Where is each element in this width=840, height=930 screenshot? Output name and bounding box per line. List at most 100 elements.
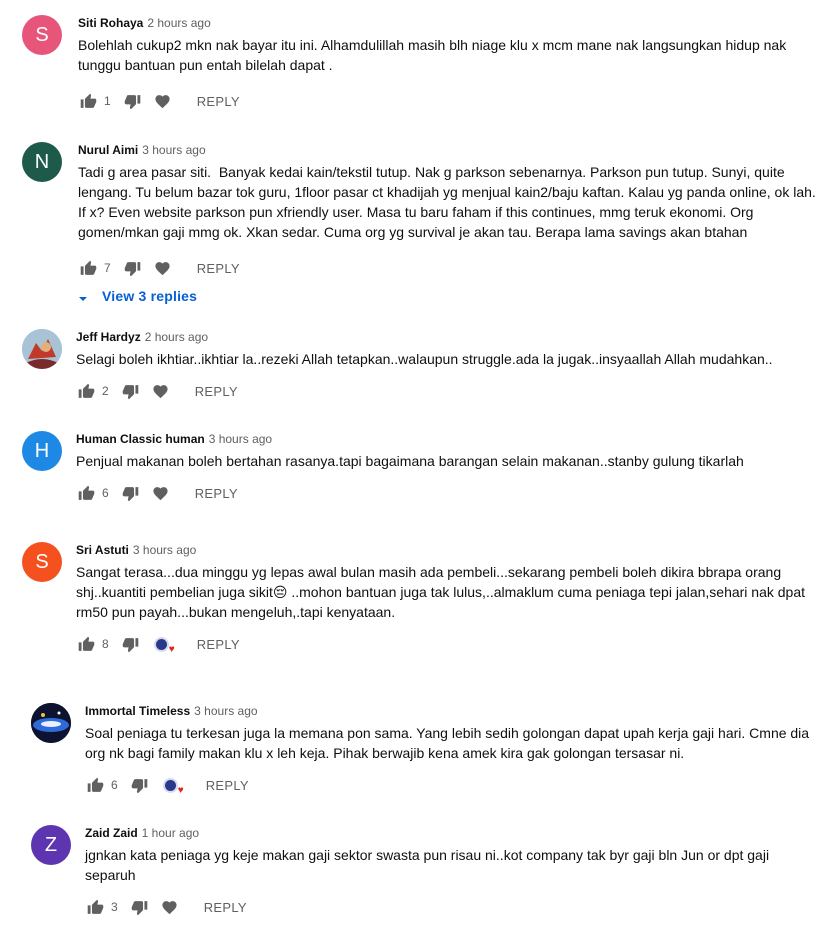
comment-thread: N Nurul Aimi 3 hours ago Tadi g area pas… — [22, 142, 822, 280]
comment-reply: Immortal Timeless 3 hours ago Soal penia… — [31, 703, 821, 797]
view-replies-label: View 3 replies — [102, 288, 198, 304]
comment-actions: 6 REPLY — [76, 481, 822, 505]
reply-button[interactable]: REPLY — [204, 900, 247, 915]
comment-body: Nurul Aimi 3 hours ago Tadi g area pasar… — [78, 142, 822, 280]
comment-actions: 2 REPLY — [76, 379, 822, 403]
timestamp[interactable]: 2 hours ago — [147, 15, 210, 31]
timestamp[interactable]: 3 hours ago — [194, 703, 257, 719]
author-name[interactable]: Zaid Zaid — [85, 825, 138, 841]
chevron-down-icon — [78, 291, 88, 301]
thumb-down-icon[interactable] — [121, 634, 141, 654]
reply-button[interactable]: REPLY — [206, 778, 249, 793]
avatar[interactable] — [31, 703, 71, 743]
timestamp[interactable]: 2 hours ago — [145, 329, 208, 345]
avatar[interactable]: N — [22, 142, 62, 182]
reply-button[interactable]: REPLY — [197, 637, 240, 652]
comment-body: Jeff Hardyz 2 hours ago Selagi boleh ikh… — [76, 329, 822, 403]
comment-text: Bolehlah cukup2 mkn nak bayar itu ini. A… — [78, 37, 791, 73]
avatar[interactable] — [22, 329, 62, 369]
thumb-down-icon[interactable] — [123, 91, 143, 111]
avatar-letter: H — [34, 439, 50, 462]
comment-header: Immortal Timeless 3 hours ago — [85, 703, 821, 719]
comment-actions: 7 REPLY — [78, 256, 822, 280]
comment-actions: 6 ♥ REPLY — [85, 773, 821, 797]
timestamp[interactable]: 1 hour ago — [142, 825, 199, 841]
comment-actions: 3 REPLY — [85, 895, 821, 919]
thumb-down-icon[interactable] — [130, 775, 150, 795]
avatar[interactable]: S — [22, 15, 62, 55]
heart-icon[interactable] — [151, 483, 171, 503]
author-name[interactable]: Siti Rohaya — [78, 15, 143, 31]
comment-body: Immortal Timeless 3 hours ago Soal penia… — [85, 703, 821, 797]
comment-thread: S Sri Astuti 3 hours ago Sangat terasa..… — [22, 542, 822, 656]
comment-body: Human Classic human 3 hours ago Penjual … — [76, 431, 822, 505]
comment-actions: 1 REPLY — [78, 89, 822, 113]
comment-body: Zaid Zaid 1 hour ago jgnkan kata peniaga… — [85, 825, 821, 919]
like-count: 6 — [111, 778, 118, 792]
timestamp[interactable]: 3 hours ago — [142, 142, 205, 158]
comment-text: Tadi g area pasar siti. Banyak kedai kai… — [78, 164, 820, 240]
reply-button[interactable]: REPLY — [195, 486, 238, 501]
like-count: 2 — [102, 384, 109, 398]
heart-icon[interactable] — [160, 897, 180, 917]
avatar-letter: S — [35, 23, 49, 46]
avatar[interactable]: Z — [31, 825, 71, 865]
avatar-letter: N — [34, 150, 50, 173]
view-replies-button[interactable]: View 3 replies — [78, 288, 197, 304]
like-count: 1 — [104, 94, 111, 108]
thumb-up-icon[interactable] — [85, 775, 105, 795]
comment-header: Sri Astuti 3 hours ago — [76, 542, 822, 558]
avatar-image — [22, 329, 62, 369]
comment-body: Sri Astuti 3 hours ago Sangat terasa...d… — [76, 542, 822, 656]
like-count: 6 — [102, 486, 109, 500]
timestamp[interactable]: 3 hours ago — [209, 431, 272, 447]
heart-icon[interactable] — [153, 91, 173, 111]
reply-button[interactable]: REPLY — [195, 384, 238, 399]
heart-icon[interactable] — [151, 381, 171, 401]
author-name[interactable]: Immortal Timeless — [85, 703, 190, 719]
author-name[interactable]: Human Classic human — [76, 431, 205, 447]
thumb-down-icon[interactable] — [121, 381, 141, 401]
thumb-down-icon[interactable] — [130, 897, 150, 917]
thumb-down-icon[interactable] — [121, 483, 141, 503]
author-name[interactable]: Jeff Hardyz — [76, 329, 141, 345]
comment-text: Sangat terasa...dua minggu yg lepas awal… — [76, 564, 809, 620]
comment-text: Soal peniaga tu terkesan juga la memana … — [85, 725, 813, 761]
comment-thread: Jeff Hardyz 2 hours ago Selagi boleh ikh… — [22, 329, 822, 403]
comment-thread: S Siti Rohaya 2 hours ago Bolehlah cukup… — [22, 15, 822, 113]
creator-heart-icon: ♥ — [160, 775, 184, 796]
reply-button[interactable]: REPLY — [197, 261, 240, 276]
comment-text: jgnkan kata peniaga yg keje makan gaji s… — [85, 847, 773, 883]
comment-thread: H Human Classic human 3 hours ago Penjua… — [22, 431, 822, 505]
creator-heart-icon: ♥ — [151, 634, 175, 655]
thumb-up-icon[interactable] — [76, 381, 96, 401]
reply-button[interactable]: REPLY — [197, 94, 240, 109]
thumb-up-icon[interactable] — [78, 258, 98, 278]
thumb-up-icon[interactable] — [78, 91, 98, 111]
comment-actions: 8 ♥ REPLY — [76, 632, 822, 656]
thumb-up-icon[interactable] — [76, 634, 96, 654]
comment-body: Siti Rohaya 2 hours ago Bolehlah cukup2 … — [78, 15, 822, 113]
comment-header: Nurul Aimi 3 hours ago — [78, 142, 822, 158]
timestamp[interactable]: 3 hours ago — [133, 542, 196, 558]
avatar[interactable]: S — [22, 542, 62, 582]
comment-text: Penjual makanan boleh bertahan rasanya.t… — [76, 453, 744, 469]
comment-text: Selagi boleh ikhtiar..ikhtiar la..rezeki… — [76, 351, 773, 367]
comment-header: Siti Rohaya 2 hours ago — [78, 15, 822, 31]
avatar[interactable]: H — [22, 431, 62, 471]
thumb-down-icon[interactable] — [123, 258, 143, 278]
avatar-image — [31, 703, 71, 743]
thumb-up-icon[interactable] — [85, 897, 105, 917]
thumb-up-icon[interactable] — [76, 483, 96, 503]
avatar-letter: Z — [44, 833, 58, 856]
author-name[interactable]: Nurul Aimi — [78, 142, 138, 158]
like-count: 8 — [102, 637, 109, 651]
heart-icon[interactable] — [153, 258, 173, 278]
comment-reply: Z Zaid Zaid 1 hour ago jgnkan kata penia… — [31, 825, 821, 919]
avatar-letter: S — [35, 550, 49, 573]
comment-header: Jeff Hardyz 2 hours ago — [76, 329, 822, 345]
comment-header: Zaid Zaid 1 hour ago — [85, 825, 821, 841]
author-name[interactable]: Sri Astuti — [76, 542, 129, 558]
comment-header: Human Classic human 3 hours ago — [76, 431, 822, 447]
like-count: 3 — [111, 900, 118, 914]
